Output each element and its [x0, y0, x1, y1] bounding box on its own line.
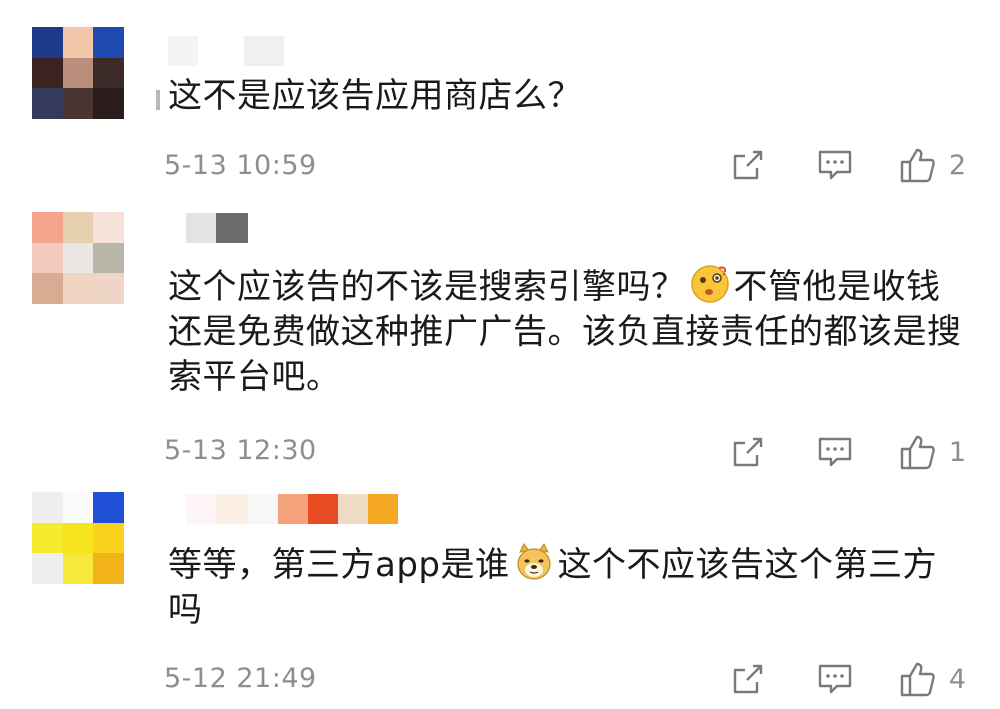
- share-icon: [733, 150, 763, 180]
- avatar[interactable]: [32, 212, 124, 304]
- like-button[interactable]: 4: [899, 660, 966, 698]
- like-button[interactable]: 2: [899, 146, 966, 184]
- comment-text-part: 这个应该告的不该是搜索引擎吗？: [168, 267, 686, 307]
- share-button[interactable]: [731, 662, 765, 696]
- comment-text: 这个应该告的不该是搜索引擎吗？ 不管他是收钱还是免费做这种推广广告。该负直接责任的…: [168, 264, 968, 400]
- comment-text-part: 这不是应该告应用商店么？: [168, 76, 582, 116]
- text-cursor: [156, 90, 160, 110]
- thinking-face-emoji: [690, 265, 729, 303]
- avatar[interactable]: [32, 27, 124, 119]
- share-button[interactable]: [731, 148, 765, 182]
- comment-timestamp: 5-13 10:59: [164, 150, 317, 181]
- comment-actions: 1: [731, 433, 966, 471]
- share-icon: [733, 437, 763, 467]
- username[interactable]: [168, 36, 284, 66]
- share-icon: [733, 664, 763, 694]
- like-count: 4: [948, 663, 966, 695]
- comment-text: 这不是应该告应用商店么？: [168, 74, 968, 119]
- reply-button[interactable]: [817, 435, 853, 469]
- reply-button[interactable]: [817, 148, 853, 182]
- username[interactable]: [186, 494, 398, 524]
- username[interactable]: [186, 213, 248, 243]
- comment-actions: 4: [731, 660, 966, 698]
- reply-icon: [818, 150, 852, 180]
- comment-timestamp: 5-13 12:30: [164, 435, 317, 466]
- thumbs-up-icon: [900, 662, 935, 697]
- reply-icon: [818, 437, 852, 467]
- comment-item: 等等，第三方app是谁 这个不应该告这个第三方吗 5-12 21:49 4: [0, 480, 1000, 709]
- like-count: 2: [948, 149, 966, 181]
- comment-item: 这个应该告的不该是搜索引擎吗？ 不管他是收钱还是免费做这种推广广告。该负直接责任的…: [0, 200, 1000, 480]
- reply-icon: [818, 664, 852, 694]
- doge-emoji: [516, 543, 551, 580]
- like-count: 1: [948, 436, 966, 468]
- thumbs-up-icon: [900, 435, 935, 470]
- comment-text: 等等，第三方app是谁 这个不应该告这个第三方吗: [168, 542, 968, 633]
- comment-timestamp: 5-12 21:49: [164, 663, 317, 694]
- like-button[interactable]: 1: [899, 433, 966, 471]
- avatar[interactable]: [32, 492, 124, 584]
- comment-actions: 2: [731, 146, 966, 184]
- share-button[interactable]: [731, 435, 765, 469]
- reply-button[interactable]: [817, 662, 853, 696]
- comment-text-part: 等等，第三方app是谁: [168, 545, 510, 585]
- comment-item: 这不是应该告应用商店么？ 5-13 10:59 2: [0, 0, 1000, 200]
- thumbs-up-icon: [900, 148, 935, 183]
